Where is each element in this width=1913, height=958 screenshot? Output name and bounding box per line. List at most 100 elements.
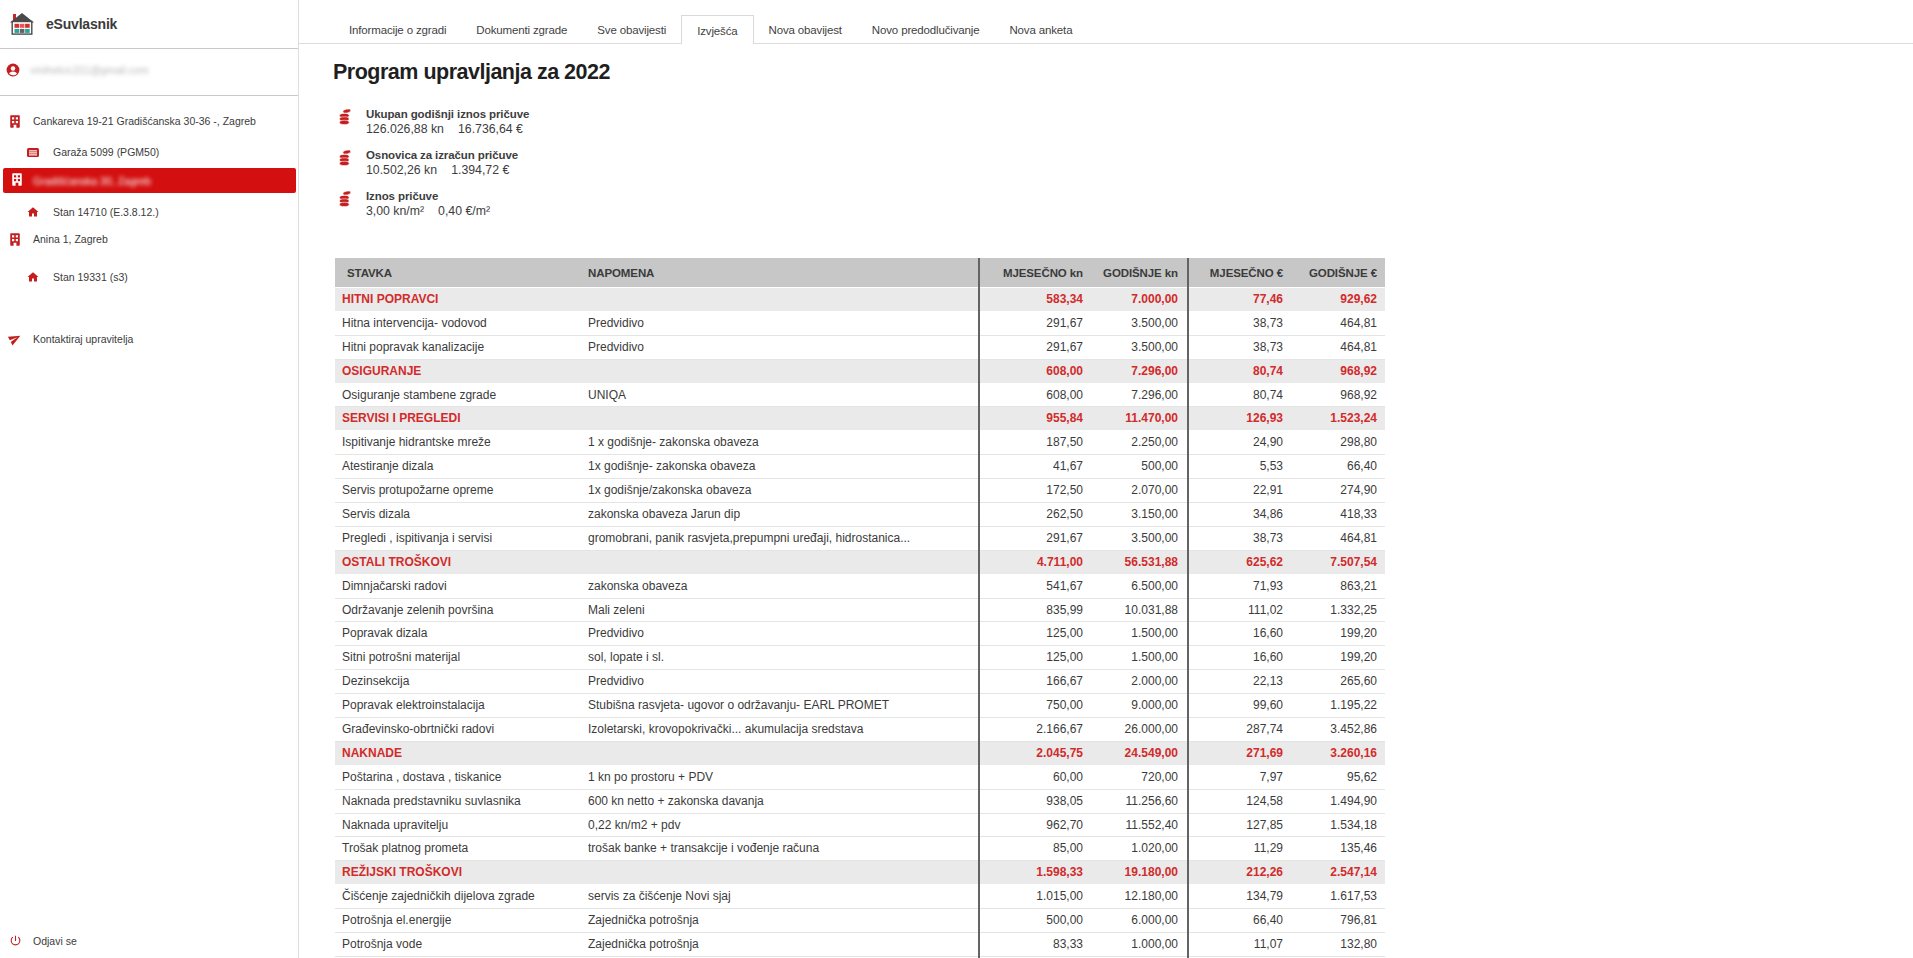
sidebar-item-home[interactable]: Stan 19331 (s3) bbox=[27, 266, 128, 288]
cell-geur: 1.534,18 bbox=[1283, 814, 1385, 837]
user-account[interactable]: vmihelcic311@gmail.com bbox=[6, 62, 148, 77]
table-row: Hitni popravak kanalizacijePredvidivo291… bbox=[335, 336, 1385, 360]
cell-geur: 1.332,25 bbox=[1283, 599, 1385, 622]
cell-mkn: 750,00 bbox=[978, 694, 1083, 717]
table-row: Servis protupožarne opreme1x godišnje/za… bbox=[335, 479, 1385, 503]
sidebar-item-building[interactable]: Cankareva 19-21 Gradišćanska 30-36 -, Za… bbox=[10, 110, 256, 132]
cell-mkn: 500,00 bbox=[978, 909, 1083, 932]
cell-stavka: NAKNADE bbox=[335, 742, 588, 765]
cell-geur: 95,62 bbox=[1283, 766, 1385, 789]
table-header: STAVKANAPOMENAMJESEČNO knGODIŠNJE knMJES… bbox=[335, 258, 1385, 287]
cell-stavka: HITNI POPRAVCI bbox=[335, 288, 588, 311]
sidebar-item-label: Garaža 5099 (PGM50) bbox=[53, 146, 159, 158]
cell-meur: 111,02 bbox=[1187, 599, 1283, 622]
cell-napomena: 1 kn po prostoru + PDV bbox=[588, 766, 978, 789]
cell-napomena: sol, lopate i sl. bbox=[588, 646, 978, 669]
summary-value-kn: 10.502,26 kn bbox=[366, 163, 437, 177]
cell-stavka: Poštarina , dostava , tiskanice bbox=[335, 766, 588, 789]
cell-geur: 464,81 bbox=[1283, 336, 1385, 359]
cell-napomena bbox=[588, 288, 978, 311]
tab-sve-obavijesti[interactable]: Sve obavijesti bbox=[582, 15, 681, 43]
sidebar-item-home[interactable]: Stan 14710 (E.3.8.12.) bbox=[27, 201, 159, 223]
cell-napomena: Zajednička potrošnja bbox=[588, 933, 978, 956]
sidebar-item-garage[interactable]: Garaža 5099 (PGM50) bbox=[27, 141, 159, 163]
cell-meur: 16,60 bbox=[1187, 622, 1283, 645]
cell-geur: 199,20 bbox=[1283, 646, 1385, 669]
sidebar-item-label: Stan 14710 (E.3.8.12.) bbox=[53, 206, 159, 218]
cell-mkn: 608,00 bbox=[978, 360, 1083, 383]
cell-napomena: Predvidivo bbox=[588, 336, 978, 359]
cell-meur: 5,53 bbox=[1187, 455, 1283, 478]
cell-meur: 77,46 bbox=[1187, 288, 1283, 311]
tab-izvje-a[interactable]: Izvješća bbox=[681, 15, 753, 44]
cell-geur: 3.260,16 bbox=[1283, 742, 1385, 765]
cell-geur: 1.617,53 bbox=[1283, 885, 1385, 908]
cell-geur: 796,81 bbox=[1283, 909, 1385, 932]
app-logo[interactable]: eSuvlasnik bbox=[9, 13, 117, 35]
table-row: Osiguranje stambene zgradeUNIQA608,007.2… bbox=[335, 384, 1385, 408]
tab-informacije-o-zgradi[interactable]: Informacije o zgradi bbox=[334, 15, 461, 43]
cell-meur: 11,29 bbox=[1187, 837, 1283, 860]
cell-gkn: 19.180,00 bbox=[1083, 861, 1187, 884]
cell-mkn: 291,67 bbox=[978, 312, 1083, 335]
sidebar-item-building[interactable]: Anina 1, Zagreb bbox=[10, 228, 108, 250]
cell-geur: 968,92 bbox=[1283, 384, 1385, 407]
cell-geur: 464,81 bbox=[1283, 527, 1385, 550]
table-row: Održavanje zelenih površinaMali zeleni83… bbox=[335, 599, 1385, 623]
cell-gkn: 56.531,88 bbox=[1083, 551, 1187, 574]
cell-geur: 929,62 bbox=[1283, 288, 1385, 311]
user-email: vmihelcic311@gmail.com bbox=[30, 64, 148, 76]
cell-meur: 127,85 bbox=[1187, 814, 1283, 837]
cell-geur: 1.195,22 bbox=[1283, 694, 1385, 717]
tab-bar: Informacije o zgradiDokumenti zgradeSve … bbox=[298, 0, 1913, 45]
cell-gkn: 11.470,00 bbox=[1083, 407, 1187, 430]
cell-stavka: Servis dizala bbox=[335, 503, 588, 526]
cell-stavka: Sitni potrošni materijal bbox=[335, 646, 588, 669]
category-row: SERVISI I PREGLEDI955,8411.470,00126,931… bbox=[335, 407, 1385, 431]
cell-meur: 34,86 bbox=[1187, 503, 1283, 526]
cell-geur: 1.523,24 bbox=[1283, 407, 1385, 430]
cell-mkn: 125,00 bbox=[978, 646, 1083, 669]
cell-meur: 99,60 bbox=[1187, 694, 1283, 717]
cell-meur: 126,93 bbox=[1187, 407, 1283, 430]
table-row: Popravak elektroinstalacijaStubišna rasv… bbox=[335, 694, 1385, 718]
cell-napomena: servis za čišćenje Novi sjaj bbox=[588, 885, 978, 908]
cell-gkn: 1.500,00 bbox=[1083, 646, 1187, 669]
table-row: Naknada predstavniku suvlasnika600 kn ne… bbox=[335, 790, 1385, 814]
summary-value-kn: 126.026,88 kn bbox=[366, 122, 444, 136]
cell-mkn: 291,67 bbox=[978, 336, 1083, 359]
cell-gkn: 1.020,00 bbox=[1083, 837, 1187, 860]
cell-gkn: 6.000,00 bbox=[1083, 909, 1187, 932]
cell-stavka: Dimnjačarski radovi bbox=[335, 575, 588, 598]
cell-stavka: Servis protupožarne opreme bbox=[335, 479, 588, 502]
cell-mkn: 1.015,00 bbox=[978, 885, 1083, 908]
cell-gkn: 9.000,00 bbox=[1083, 694, 1187, 717]
table-row: Čišćenje zajedničkih dijelova zgradeserv… bbox=[335, 885, 1385, 909]
category-row: NAKNADE2.045,7524.549,00271,693.260,16 bbox=[335, 742, 1385, 766]
cell-stavka: Trošak platnog prometa bbox=[335, 837, 588, 860]
coins-icon bbox=[339, 149, 352, 166]
cell-mkn: 172,50 bbox=[978, 479, 1083, 502]
logout-button[interactable]: Odjavi se bbox=[9, 930, 77, 952]
tab-nova-anketa[interactable]: Nova anketa bbox=[994, 15, 1087, 43]
cell-stavka: Pregledi , ispitivanja i servisi bbox=[335, 527, 588, 550]
column-header: GODIŠNJE € bbox=[1283, 267, 1385, 279]
cell-napomena: Zajednička potrošnja bbox=[588, 909, 978, 932]
tab-dokumenti-zgrade[interactable]: Dokumenti zgrade bbox=[461, 15, 582, 43]
cell-mkn: 835,99 bbox=[978, 599, 1083, 622]
cell-napomena: Stubišna rasvjeta- ugovor o održavanju- … bbox=[588, 694, 978, 717]
tab-novo-predodlu-ivanje[interactable]: Novo predodlučivanje bbox=[857, 15, 995, 43]
home-icon bbox=[27, 271, 39, 283]
cell-gkn: 500,00 bbox=[1083, 455, 1187, 478]
cell-mkn: 4.711,00 bbox=[978, 551, 1083, 574]
cell-mkn: 2.045,75 bbox=[978, 742, 1083, 765]
cell-meur: 212,26 bbox=[1187, 861, 1283, 884]
cell-napomena bbox=[588, 861, 978, 884]
cell-napomena: Predvidivo bbox=[588, 622, 978, 645]
sidebar-item-contact-manager[interactable]: Kontaktiraj upravitelja bbox=[9, 328, 133, 350]
sidebar-item-building[interactable]: Gradišćanska 30, Zagreb bbox=[3, 168, 296, 193]
cell-gkn: 11.256,60 bbox=[1083, 790, 1187, 813]
cell-napomena: gromobrani, panik rasvjeta,prepumpni ure… bbox=[588, 527, 978, 550]
tab-nova-obavijest[interactable]: Nova obavijest bbox=[754, 15, 857, 43]
cell-meur: 71,93 bbox=[1187, 575, 1283, 598]
